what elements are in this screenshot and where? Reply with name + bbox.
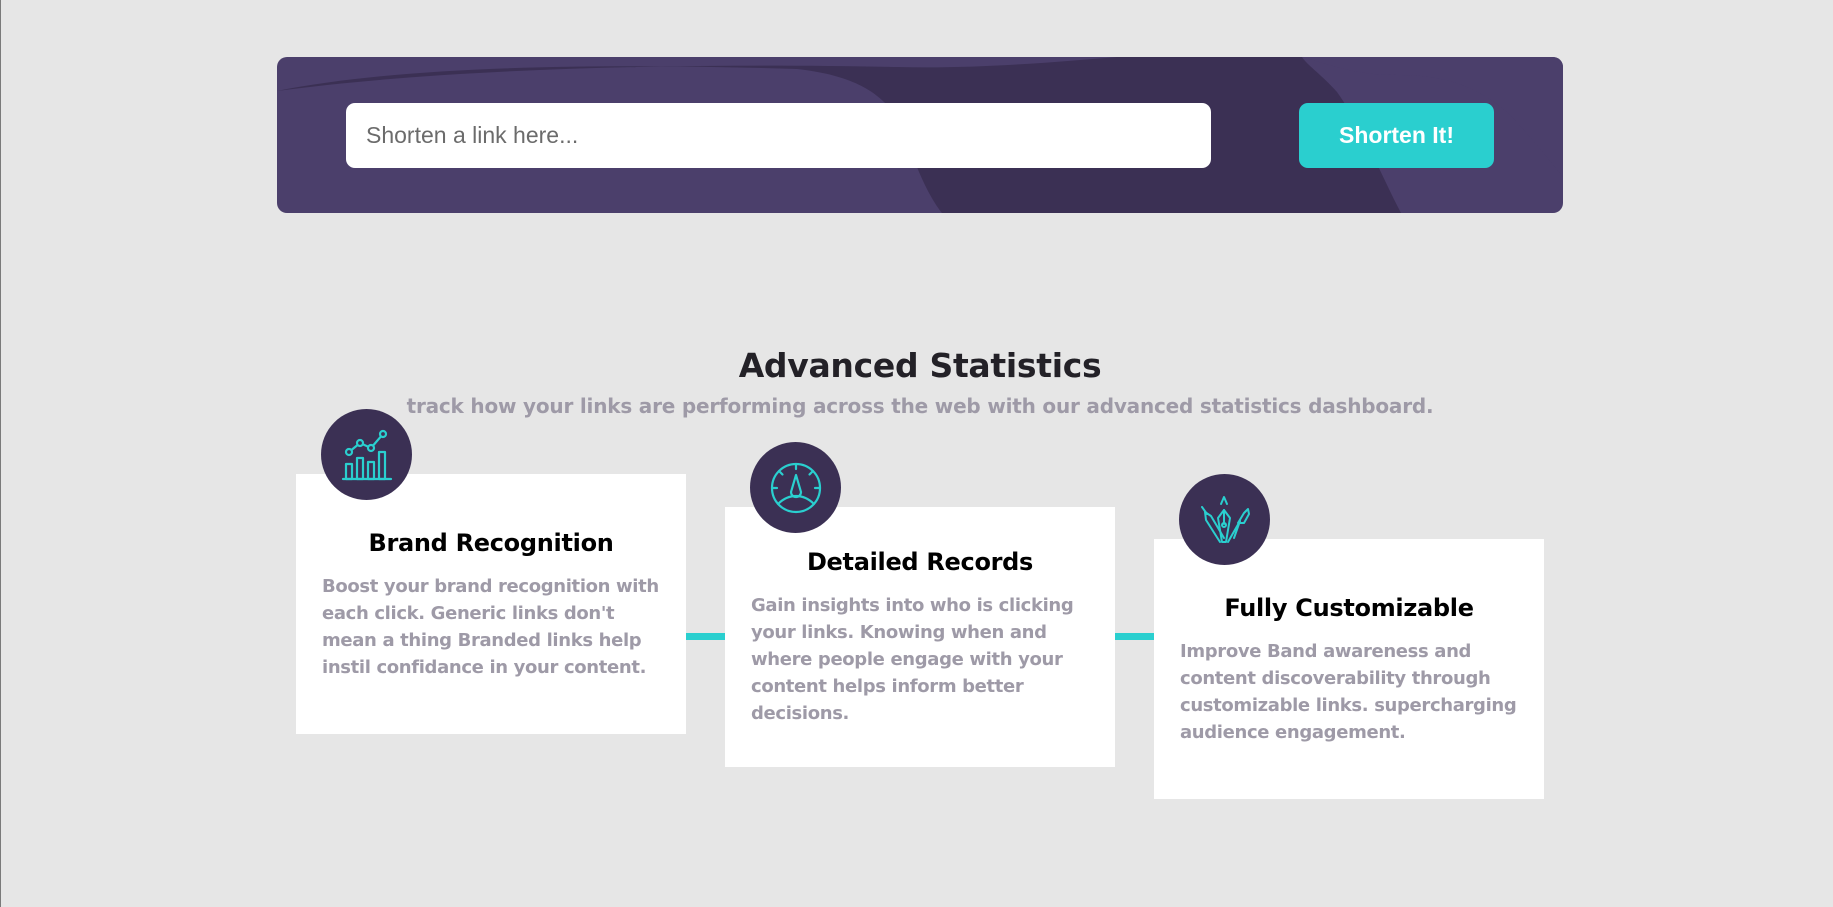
icon-circle	[750, 442, 841, 533]
detailed-records-icon	[770, 462, 821, 513]
card-title: Fully Customizable	[1224, 594, 1474, 622]
icon-circle	[321, 409, 412, 500]
feature-card-brand-recognition: Brand Recognition Boost your brand recog…	[296, 474, 686, 734]
card-description: Gain insights into who is clicking your …	[751, 595, 1074, 724]
feature-card-detailed-records: Detailed Records Gain insights into who …	[725, 507, 1115, 767]
feature-card-fully-customizable: Fully Customizable Improve Band awarenes…	[1154, 539, 1544, 799]
card-title: Detailed Records	[806, 548, 1034, 576]
connector-line	[1115, 633, 1155, 640]
card-description: Improve Band awareness and content disco…	[1180, 641, 1517, 743]
section-title: Advanced Statistics	[738, 346, 1102, 385]
section-subtitle: track how your links are performing acro…	[406, 394, 1434, 418]
shorten-link-input[interactable]	[346, 103, 1211, 168]
brand-recognition-icon	[341, 429, 392, 480]
card-description: Boost your brand recognition with each c…	[322, 576, 659, 678]
connector-line	[686, 633, 726, 640]
shorten-banner: Shorten It!	[277, 57, 1563, 213]
card-title: Brand Recognition	[368, 529, 614, 557]
icon-circle	[1179, 474, 1270, 565]
shorten-it-button[interactable]: Shorten It!	[1299, 103, 1494, 168]
fully-customizable-icon	[1200, 495, 1250, 543]
